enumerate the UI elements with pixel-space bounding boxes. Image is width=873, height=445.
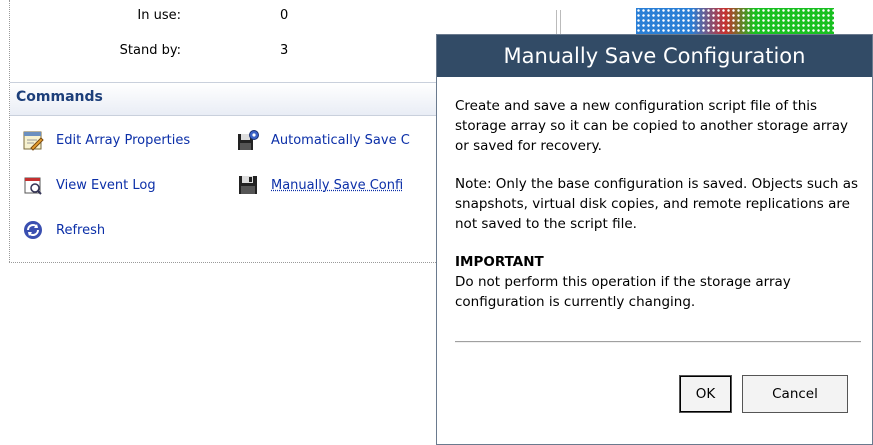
- refresh-link[interactable]: Refresh: [22, 218, 105, 242]
- edit-array-properties-label: Edit Array Properties: [56, 132, 191, 148]
- automatically-save-configuration-link[interactable]: Automatically Save C: [237, 128, 436, 152]
- manually-save-configuration-link[interactable]: Manually Save Confi: [237, 173, 436, 197]
- event-log-icon: [24, 177, 42, 195]
- in-use-value: 0: [280, 8, 289, 23]
- floppy-disk-icon: [239, 176, 257, 194]
- chart-thumbnail: [636, 8, 834, 36]
- ok-button[interactable]: OK: [679, 375, 732, 413]
- dialog-body: Create and save a new configuration scri…: [455, 96, 863, 330]
- splitter-handle[interactable]: [556, 10, 561, 36]
- important-heading: IMPORTANT: [455, 254, 544, 270]
- stand-by-label: Stand by:: [119, 43, 181, 58]
- edit-properties-icon: [23, 131, 44, 151]
- dialog-note: Note: Only the base configuration is sav…: [455, 176, 859, 232]
- important-text: Do not perform this operation if the sto…: [455, 274, 791, 310]
- auto-save-icon: [238, 130, 259, 150]
- cancel-button[interactable]: Cancel: [742, 375, 848, 413]
- edit-array-properties-link[interactable]: Edit Array Properties: [22, 128, 190, 152]
- dialog-separator: [455, 341, 861, 343]
- view-event-log-label: View Event Log: [56, 177, 156, 193]
- manually-save-configuration-label: Manually Save Confi: [271, 177, 404, 193]
- refresh-icon: [24, 221, 42, 239]
- refresh-label: Refresh: [56, 222, 106, 238]
- commands-header: Commands: [10, 82, 436, 116]
- automatically-save-configuration-label: Automatically Save C: [271, 132, 410, 148]
- dialog-title: Manually Save Configuration: [503, 44, 806, 68]
- manually-save-configuration-dialog: Manually Save Configuration Create and s…: [436, 34, 873, 445]
- stand-by-value: 3: [280, 43, 289, 58]
- view-event-log-link[interactable]: View Event Log: [22, 173, 156, 197]
- dialog-description: Create and save a new configuration scri…: [455, 98, 848, 154]
- panel-border-left: [9, 0, 10, 262]
- dialog-title-bar[interactable]: Manually Save Configuration: [437, 35, 872, 77]
- in-use-label: In use:: [137, 8, 181, 23]
- commands-title: Commands: [16, 89, 103, 105]
- panel-border-bottom: [9, 262, 436, 263]
